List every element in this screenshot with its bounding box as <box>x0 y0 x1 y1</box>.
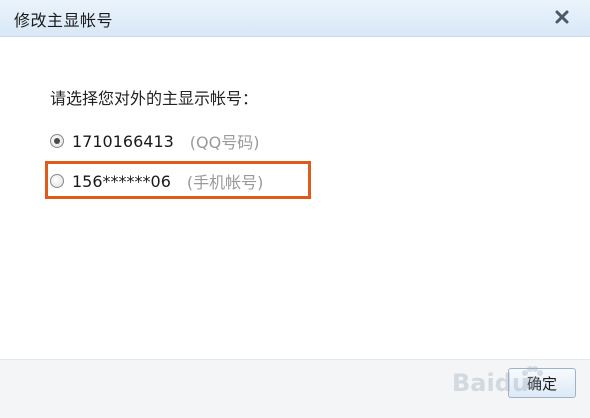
close-button[interactable] <box>550 5 574 29</box>
account-type-note: (QQ号码) <box>189 133 260 152</box>
account-number: 1710166413 <box>72 131 174 151</box>
prompt-text: 请选择您对外的主显示帐号： <box>50 89 259 108</box>
ok-button[interactable]: 确定 <box>508 368 576 398</box>
radio-qq-account[interactable] <box>50 134 64 148</box>
option-qq-account[interactable]: 1710166413 (QQ号码) <box>50 129 259 153</box>
dialog-titlebar: 修改主显帐号 <box>0 0 590 37</box>
dialog-footer <box>0 359 590 418</box>
close-icon <box>555 10 569 24</box>
ok-button-label: 确定 <box>526 374 557 393</box>
dialog-title: 修改主显帐号 <box>14 11 114 30</box>
highlight-annotation <box>45 161 311 199</box>
dialog: 修改主显帐号 请选择您对外的主显示帐号： 1710166413 (QQ号码) 1… <box>0 0 590 418</box>
